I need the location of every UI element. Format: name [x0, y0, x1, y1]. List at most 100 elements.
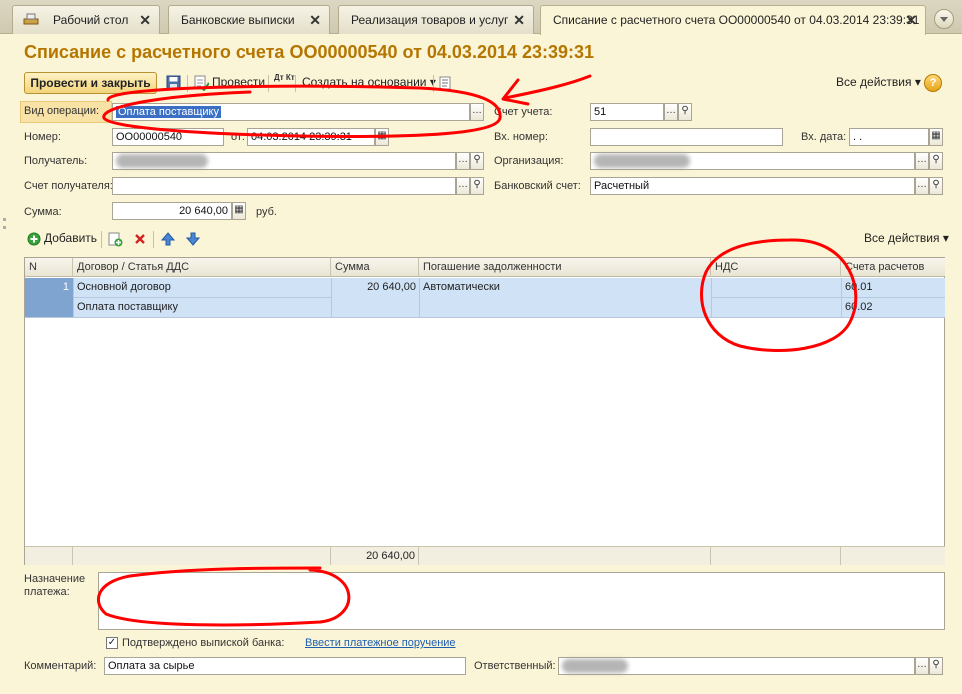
comment-field[interactable]: Оплата за сырье: [104, 657, 466, 675]
cell-contract[interactable]: Основной договор: [73, 278, 331, 296]
recipient-account-search-icon[interactable]: ⚲: [470, 177, 484, 195]
calendar-icon[interactable]: ▦: [929, 128, 943, 146]
toolbar-separator: [153, 231, 154, 248]
post-and-close-button[interactable]: Провести и закрыть: [24, 72, 157, 94]
add-row-button[interactable]: Добавить: [44, 228, 97, 250]
account-label: Счет учета:: [494, 106, 553, 118]
cell-sum[interactable]: 20 640,00: [331, 278, 419, 296]
print-icon[interactable]: [439, 76, 452, 90]
column-header-contract[interactable]: Договор / Статья ДДС: [73, 258, 331, 277]
cell-row-number: 1: [62, 281, 69, 293]
recipient-label: Получатель:: [24, 155, 88, 167]
column-header-sum[interactable]: Сумма: [331, 258, 419, 277]
number-field[interactable]: ОО00000540: [112, 128, 224, 146]
column-header-accounts[interactable]: Счета расчетов: [841, 258, 945, 277]
cell-article[interactable]: Оплата поставщику: [73, 298, 331, 316]
copy-row-icon[interactable]: [108, 232, 123, 247]
account-select-button[interactable]: …: [664, 103, 678, 121]
column-header-repayment[interactable]: Погашение задолженности: [419, 258, 711, 277]
calendar-icon[interactable]: ▦: [375, 128, 389, 146]
column-header-vat[interactable]: НДС: [711, 258, 841, 277]
post-button[interactable]: Провести: [212, 72, 265, 94]
recipient-account-select-button[interactable]: …: [456, 177, 470, 195]
toolbar-separator: [101, 231, 102, 248]
tab-desktop[interactable]: Рабочий стол ✕: [12, 5, 160, 34]
calculator-icon[interactable]: ▦: [232, 202, 246, 220]
toolbar-separator: [187, 75, 188, 92]
move-up-icon[interactable]: [161, 232, 175, 246]
enter-payment-order-link[interactable]: Ввести платежное поручение: [305, 637, 456, 649]
bank-account-field[interactable]: Расчетный: [590, 177, 915, 195]
sum-label: Сумма:: [24, 206, 62, 218]
confirmed-by-bank-checkbox[interactable]: ✓: [106, 637, 118, 649]
cell-account-1[interactable]: 60.01: [841, 278, 945, 296]
incoming-number-label: Вх. номер:: [494, 131, 548, 143]
bank-account-search-icon[interactable]: ⚲: [929, 177, 943, 195]
dt-kt-icon[interactable]: Дт Кт: [274, 73, 295, 95]
grid-line: [25, 317, 945, 318]
responsible-search-icon[interactable]: ⚲: [929, 657, 943, 675]
footer-cell: [25, 546, 73, 565]
account-search-icon[interactable]: ⚲: [678, 103, 692, 121]
tab-desktop-label: Рабочий стол: [53, 13, 129, 27]
tab-bar: Рабочий стол ✕ Банковские выписки ✕ Реал…: [0, 0, 962, 35]
currency-label: руб.: [256, 206, 277, 218]
organization-search-icon[interactable]: ⚲: [929, 152, 943, 170]
tab-writeoff-label: Списание с расчетного счета ОО00000540 о…: [553, 13, 920, 27]
splitter-grip[interactable]: [3, 218, 6, 221]
tab-bank-statements-label: Банковские выписки: [181, 13, 295, 27]
payment-purpose-label: Назначение платежа:: [24, 573, 86, 598]
add-icon: [27, 232, 41, 246]
tab-close-icon[interactable]: ✕: [309, 6, 321, 34]
date-from-label: от:: [231, 131, 245, 143]
splitter-grip[interactable]: [3, 226, 6, 229]
tab-writeoff[interactable]: Списание с расчетного счета ОО00000540 о…: [540, 5, 926, 35]
tab-close-icon[interactable]: ✕: [139, 6, 151, 34]
operation-type-value: Оплата поставщику: [116, 106, 221, 118]
post-icon: [194, 75, 209, 91]
chevron-down-icon: ▾: [942, 231, 949, 245]
responsible-select-button[interactable]: …: [915, 657, 929, 675]
incoming-number-field[interactable]: [590, 128, 783, 146]
tab-bank-statements[interactable]: Банковские выписки ✕: [168, 5, 330, 34]
recipient-blurred-value: [116, 154, 208, 168]
operation-select-button[interactable]: …: [470, 103, 484, 121]
number-label: Номер:: [24, 131, 61, 143]
incoming-date-field[interactable]: . .: [849, 128, 929, 146]
delete-row-icon[interactable]: [134, 233, 146, 245]
create-based-on-menu[interactable]: Создать на основании ▾: [302, 72, 436, 94]
help-icon[interactable]: ?: [924, 74, 942, 92]
recipient-account-field[interactable]: [112, 177, 456, 195]
account-field[interactable]: 51: [590, 103, 664, 121]
page-title: Списание с расчетного счета ОО00000540 о…: [24, 42, 595, 62]
all-actions-label: Все действия: [836, 75, 912, 89]
payments-table[interactable]: N Договор / Статья ДДС Сумма Погашение з…: [24, 257, 945, 565]
organization-select-button[interactable]: …: [915, 152, 929, 170]
tab-close-icon[interactable]: ✕: [513, 6, 525, 34]
bank-account-select-button[interactable]: …: [915, 177, 929, 195]
operation-type-field[interactable]: Оплата поставщику: [112, 103, 470, 121]
cell-repayment[interactable]: Автоматически: [419, 278, 711, 296]
organization-label: Организация:: [494, 155, 564, 167]
recipient-select-button[interactable]: …: [456, 152, 470, 170]
incoming-date-label: Вх. дата:: [801, 131, 847, 143]
tab-close-icon[interactable]: ✕: [905, 6, 917, 34]
date-field[interactable]: 04.03.2014 23:39:31: [247, 128, 375, 146]
footer-cell: [419, 546, 711, 565]
save-icon[interactable]: [166, 75, 181, 90]
annotation-arrow-head: [501, 78, 530, 106]
desktop-icon: [23, 13, 39, 25]
footer-cell: [73, 546, 331, 565]
recipient-search-icon[interactable]: ⚲: [470, 152, 484, 170]
tabs-dropdown-icon[interactable]: [934, 9, 954, 29]
column-header-n[interactable]: N: [25, 258, 73, 277]
cell-account-2[interactable]: 60.02: [841, 298, 945, 316]
payment-purpose-textarea[interactable]: [98, 572, 945, 630]
footer-cell: [841, 546, 945, 565]
sum-field[interactable]: 20 640,00: [112, 202, 232, 220]
move-down-icon[interactable]: [186, 232, 200, 246]
all-actions-menu[interactable]: Все действия ▾: [836, 72, 921, 94]
footer-total-sum: 20 640,00: [331, 546, 419, 565]
tab-sales[interactable]: Реализация товаров и услуг ✕: [338, 5, 534, 34]
table-all-actions-menu[interactable]: Все действия ▾: [864, 228, 949, 250]
